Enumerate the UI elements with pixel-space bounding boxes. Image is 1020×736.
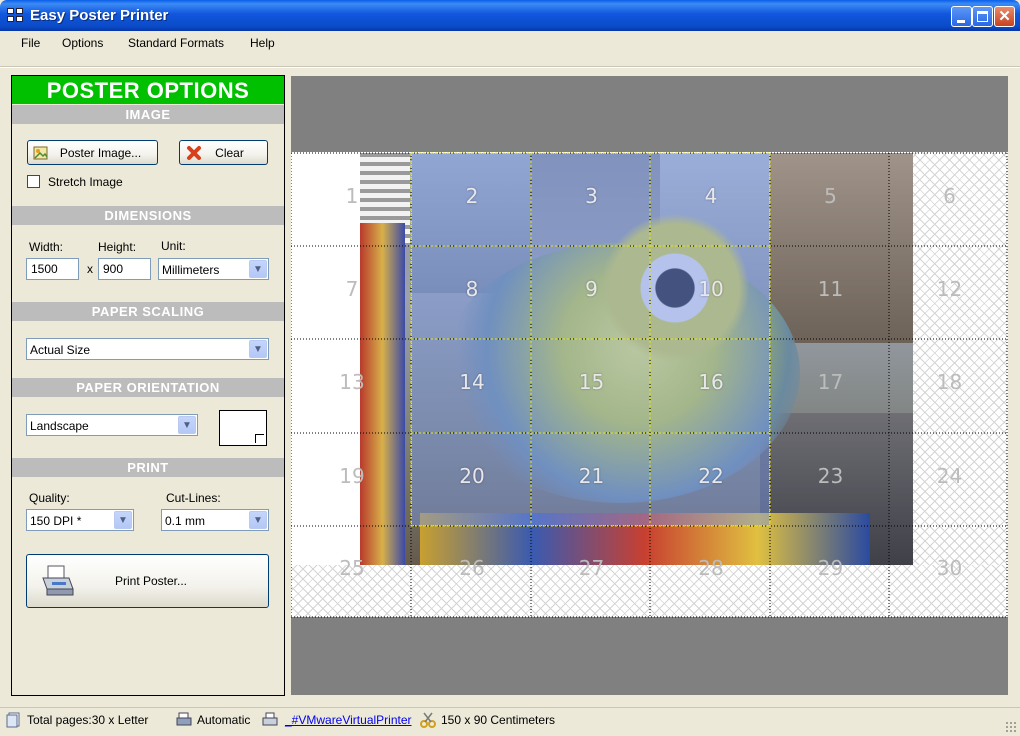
menu-file[interactable]: File [21,36,40,50]
paper-scaling-select[interactable]: Actual Size ▼ [26,338,269,360]
tile-number-24: 24 [936,463,963,488]
menu-bar: File Options Standard Formats Help [0,31,1020,56]
height-input[interactable]: 900 [98,258,151,280]
title-bar[interactable]: Easy Poster Printer ✕ [0,0,1020,31]
stretch-image-label: Stretch Image [48,175,123,189]
menu-standard-formats[interactable]: Standard Formats [128,36,224,50]
tile-number-13: 13 [339,370,365,394]
status-printer-link[interactable]: _#VMwareVirtualPrinter [285,713,412,727]
section-paper-scaling: PAPER SCALING [12,302,284,321]
tile-number-3: 3 [585,183,598,208]
chevron-down-icon[interactable]: ▼ [249,260,267,278]
tile-number-8: 8 [465,276,479,301]
close-icon: ✕ [998,8,1011,25]
chevron-down-icon[interactable]: ▼ [249,340,267,358]
chevron-down-icon[interactable]: ▼ [114,511,132,529]
window-title: Easy Poster Printer [30,7,169,24]
poster-image-label: Poster Image... [59,146,142,160]
tile-number-10: 10 [698,276,724,301]
close-button[interactable]: ✕ [994,6,1015,27]
pages-icon [6,712,20,728]
section-paper-orientation: PAPER ORIENTATION [12,378,284,397]
tile-number-25: 25 [339,556,365,580]
tile-number-4: 4 [704,183,718,208]
times-sign: x [87,262,93,276]
scissors-icon [420,712,436,728]
tile-number-20: 20 [459,463,485,488]
section-image: IMAGE [12,105,284,124]
tile-number-12: 12 [936,276,963,301]
app-grid-icon [7,8,24,23]
orientation-preview [219,410,267,446]
tile-number-28: 28 [698,556,724,580]
tile-number-30: 30 [936,556,963,580]
tile-number-27: 27 [578,556,605,580]
chevron-down-icon[interactable]: ▼ [178,416,196,434]
stretch-image-checkbox[interactable] [27,175,40,188]
print-poster-label: Print Poster... [114,574,188,588]
poster-image-button[interactable]: Poster Image... [27,140,158,165]
status-total-pages: Total pages:30 x Letter [27,713,149,727]
printer-icon [262,712,278,726]
tile-number-15: 15 [578,370,605,394]
quality-label: Quality: [29,491,70,505]
minimize-button[interactable] [951,6,972,27]
tile-number-23: 23 [817,463,844,488]
cutlines-select[interactable]: 0.1 mm ▼ [161,509,269,531]
section-dimensions: DIMENSIONS [12,206,284,225]
page-grid [291,152,1008,618]
status-bar: Total pages:30 x Letter Automatic _#VMwa… [0,707,1020,736]
tile-number-5: 5 [824,183,837,208]
tile-number-17: 17 [817,370,844,394]
page-corner-icon [255,434,264,443]
minimize-icon [957,20,965,23]
tile-number-26: 26 [459,556,485,580]
chevron-down-icon[interactable]: ▼ [249,511,267,529]
unit-select[interactable]: Millimeters ▼ [158,258,269,280]
unit-value: Millimeters [162,263,220,277]
tile-number-11: 11 [817,276,844,301]
cutlines-label: Cut-Lines: [166,491,221,505]
tile-number-6: 6 [943,183,956,208]
tile-number-21: 21 [578,463,605,488]
tile-number-2: 2 [465,183,479,208]
height-label: Height: [98,240,137,254]
tile-number-16: 16 [698,370,724,394]
tile-number-1: 1 [345,183,359,208]
maximize-button[interactable] [972,6,993,27]
clear-button[interactable]: Clear [179,140,268,165]
paper-orientation-select[interactable]: Landscape ▼ [26,414,198,436]
quality-select[interactable]: 150 DPI * ▼ [26,509,134,531]
cutlines-value: 0.1 mm [165,514,206,528]
panel-header: POSTER OPTIONS [12,76,284,104]
unit-label: Unit: [161,239,186,253]
menu-options[interactable]: Options [62,36,103,50]
menu-help[interactable]: Help [250,36,275,50]
poster-options-panel: POSTER OPTIONS IMAGE Poster Image... Cle… [11,75,285,696]
tile-number-19: 19 [339,463,365,488]
tile-number-22: 22 [698,463,724,488]
print-poster-button[interactable]: Print Poster... [26,554,269,608]
tile-number-29: 29 [817,556,844,580]
paper-orientation-value: Landscape [30,419,89,433]
poster-preview[interactable]: 1 2 3 4 5 6 7 8 9 10 11 12 13 14 15 16 17 18 19 20 21 22 23 24 2… [291,76,1008,695]
width-label: Width: [29,240,64,254]
tile-number-14: 14 [459,370,485,394]
paper-scaling-value: Actual Size [30,343,91,357]
tile-number-18: 18 [936,370,963,394]
status-mode: Automatic [197,713,251,727]
menu-separator-highlight [0,67,1020,68]
clear-label: Clear [215,146,244,160]
tile-number-7: 7 [345,276,359,301]
section-print: PRINT [12,458,284,477]
width-input[interactable]: 1500 [26,258,79,280]
status-size: 150 x 90 Centimeters [441,713,556,727]
tile-number-9: 9 [585,276,598,301]
auto-printer-icon [176,712,192,726]
maximize-icon [977,11,988,22]
quality-value: 150 DPI * [30,514,82,528]
resize-grip[interactable] [1005,721,1017,733]
